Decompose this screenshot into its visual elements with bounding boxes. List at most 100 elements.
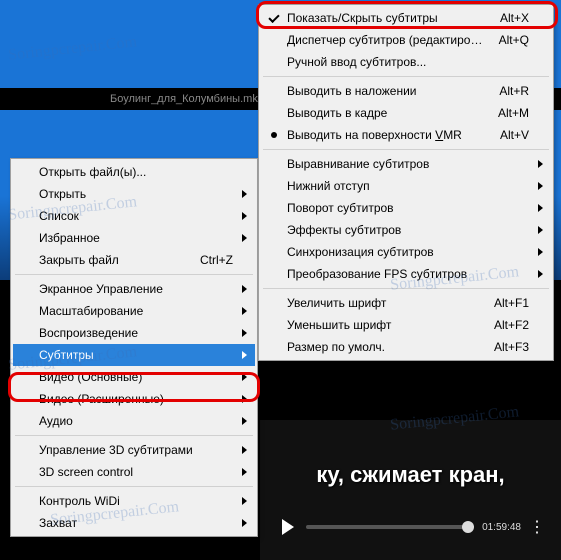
menu-item[interactable]: Уменьшить шрифтAlt+F2 <box>261 314 551 336</box>
chevron-right-icon <box>538 182 543 190</box>
menu-item[interactable]: Выводить в наложенииAlt+R <box>261 80 551 102</box>
chevron-right-icon <box>538 204 543 212</box>
context-submenu-subtitles: Показать/Скрыть субтитры Alt+X Диспетчер с… <box>258 4 554 361</box>
menu-item-label: Ручной ввод субтитров... <box>287 55 529 69</box>
menu-item[interactable]: Управление 3D субтитрами <box>13 439 255 461</box>
menu-item[interactable]: Воспроизведение <box>13 322 255 344</box>
menu-item[interactable]: Избранное <box>13 227 255 249</box>
menu-item[interactable]: Видео (Расширенные) <box>13 388 255 410</box>
menu-item-label: Список <box>39 209 233 223</box>
video-subtitle-overlay: ку, сжимает кран, <box>260 462 561 488</box>
menu-item-label: Аудио <box>39 414 233 428</box>
context-menu-main: Открыть файл(ы)... Открыть Список Избранное… <box>10 158 258 537</box>
menu-item[interactable]: Захват <box>13 512 255 534</box>
menu-item-label: Выводить в кадре <box>287 106 488 120</box>
chevron-right-icon <box>538 160 543 168</box>
menu-item[interactable]: Размер по умолч.Alt+F3 <box>261 336 551 358</box>
play-icon[interactable] <box>282 519 294 535</box>
menu-item-label: 3D screen control <box>39 465 233 479</box>
menu-separator <box>263 76 549 77</box>
menu-item-label: Экранное Управление <box>39 282 233 296</box>
menu-item-label: Синхронизация субтитров <box>287 245 529 259</box>
menu-item[interactable]: Экранное Управление <box>13 278 255 300</box>
menu-item-accelerator: Ctrl+Z <box>200 253 233 267</box>
menu-item[interactable]: Выравнивание субтитров <box>261 153 551 175</box>
menu-item-label: Поворот субтитров <box>287 201 529 215</box>
menu-item[interactable]: Закрыть файл Ctrl+Z <box>13 249 255 271</box>
menu-separator <box>15 486 253 487</box>
menu-item[interactable]: Синхронизация субтитров <box>261 241 551 263</box>
menu-item-label: Открыть <box>39 187 233 201</box>
chevron-right-icon <box>242 395 247 403</box>
menu-item-accelerator: Alt+F3 <box>494 340 529 354</box>
menu-item[interactable]: Ручной ввод субтитров... <box>261 51 551 73</box>
menu-item[interactable]: 3D screen control <box>13 461 255 483</box>
menu-item[interactable]: Поворот субтитров <box>261 197 551 219</box>
chevron-right-icon <box>242 497 247 505</box>
chevron-right-icon <box>242 212 247 220</box>
menu-item[interactable]: Диспетчер субтитров (редактирование)... A… <box>261 29 551 51</box>
chevron-right-icon <box>242 468 247 476</box>
menu-item-label: Показать/Скрыть субтитры <box>287 11 490 25</box>
chevron-right-icon <box>242 351 247 359</box>
menu-item-label: Преобразование FPS субтитров <box>287 267 529 281</box>
chevron-right-icon <box>538 248 543 256</box>
menu-item-label: Эффекты субтитров <box>287 223 529 237</box>
menu-item-label: Управление 3D субтитрами <box>39 443 233 457</box>
menu-item[interactable]: Увеличить шрифтAlt+F1 <box>261 292 551 314</box>
menu-item[interactable]: Преобразование FPS субтитров <box>261 263 551 285</box>
chevron-right-icon <box>242 234 247 242</box>
menu-separator <box>15 274 253 275</box>
menu-item[interactable]: Выводить в кадре Alt+M <box>261 102 551 124</box>
menu-item[interactable]: Открыть <box>13 183 255 205</box>
seek-bar[interactable] <box>306 525 474 529</box>
menu-separator <box>263 149 549 150</box>
menu-item-accelerator: Alt+V <box>500 128 529 142</box>
chevron-right-icon <box>242 446 247 454</box>
menu-item-accelerator: Alt+M <box>498 106 529 120</box>
menu-item-label: Захват <box>39 516 233 530</box>
menu-item-label: Диспетчер субтитров (редактирование)... <box>287 33 489 47</box>
menu-item[interactable]: Нижний отступ <box>261 175 551 197</box>
menu-item-label: Выравнивание субтитров <box>287 157 529 171</box>
radio-icon <box>271 132 277 138</box>
menu-item[interactable]: Список <box>13 205 255 227</box>
menu-item-label: Контроль WiDi <box>39 494 233 508</box>
menu-item[interactable]: Открыть файл(ы)... <box>13 161 255 183</box>
menu-item[interactable]: Субтитры <box>13 344 255 366</box>
menu-item-accelerator: Alt+R <box>499 84 529 98</box>
menu-item[interactable]: Видео (Основные) <box>13 366 255 388</box>
menu-item-label: Нижний отступ <box>287 179 529 193</box>
menu-item[interactable]: Контроль WiDi <box>13 490 255 512</box>
chevron-right-icon <box>242 329 247 337</box>
menu-item-label: Уменьшить шрифт <box>287 318 484 332</box>
check-icon <box>268 12 279 23</box>
chevron-right-icon <box>242 519 247 527</box>
menu-item[interactable]: Масштабирование <box>13 300 255 322</box>
menu-item-label: Видео (Расширенные) <box>39 392 233 406</box>
menu-item-label: Избранное <box>39 231 233 245</box>
chevron-right-icon <box>242 307 247 315</box>
menu-item[interactable]: Показать/Скрыть субтитры Alt+X <box>261 7 551 29</box>
more-icon[interactable]: ⋮ <box>529 517 545 537</box>
menu-item[interactable]: Аудио <box>13 410 255 432</box>
chevron-right-icon <box>242 285 247 293</box>
window-title: Боулинг_для_Колумбины.mkv <box>110 93 263 105</box>
chevron-right-icon <box>538 270 543 278</box>
menu-item-label: Увеличить шрифт <box>287 296 484 310</box>
menu-item[interactable]: Выводить на поверхности VMR Alt+V <box>261 124 551 146</box>
chevron-right-icon <box>242 373 247 381</box>
menu-item-label: Закрыть файл <box>39 253 190 267</box>
menu-item-label: Открыть файл(ы)... <box>39 165 233 179</box>
menu-item-accelerator: Alt+Q <box>499 33 529 47</box>
chevron-right-icon <box>242 417 247 425</box>
menu-item-label: Масштабирование <box>39 304 233 318</box>
menu-item-accelerator: Alt+X <box>500 11 529 25</box>
menu-item-label: Видео (Основные) <box>39 370 233 384</box>
menu-item-label: Воспроизведение <box>39 326 233 340</box>
menu-item-label: Выводить на поверхности VMR <box>287 128 490 142</box>
menu-separator <box>15 435 253 436</box>
menu-item[interactable]: Эффекты субтитров <box>261 219 551 241</box>
time-display: 01:59:48 <box>482 522 521 533</box>
chevron-right-icon <box>538 226 543 234</box>
